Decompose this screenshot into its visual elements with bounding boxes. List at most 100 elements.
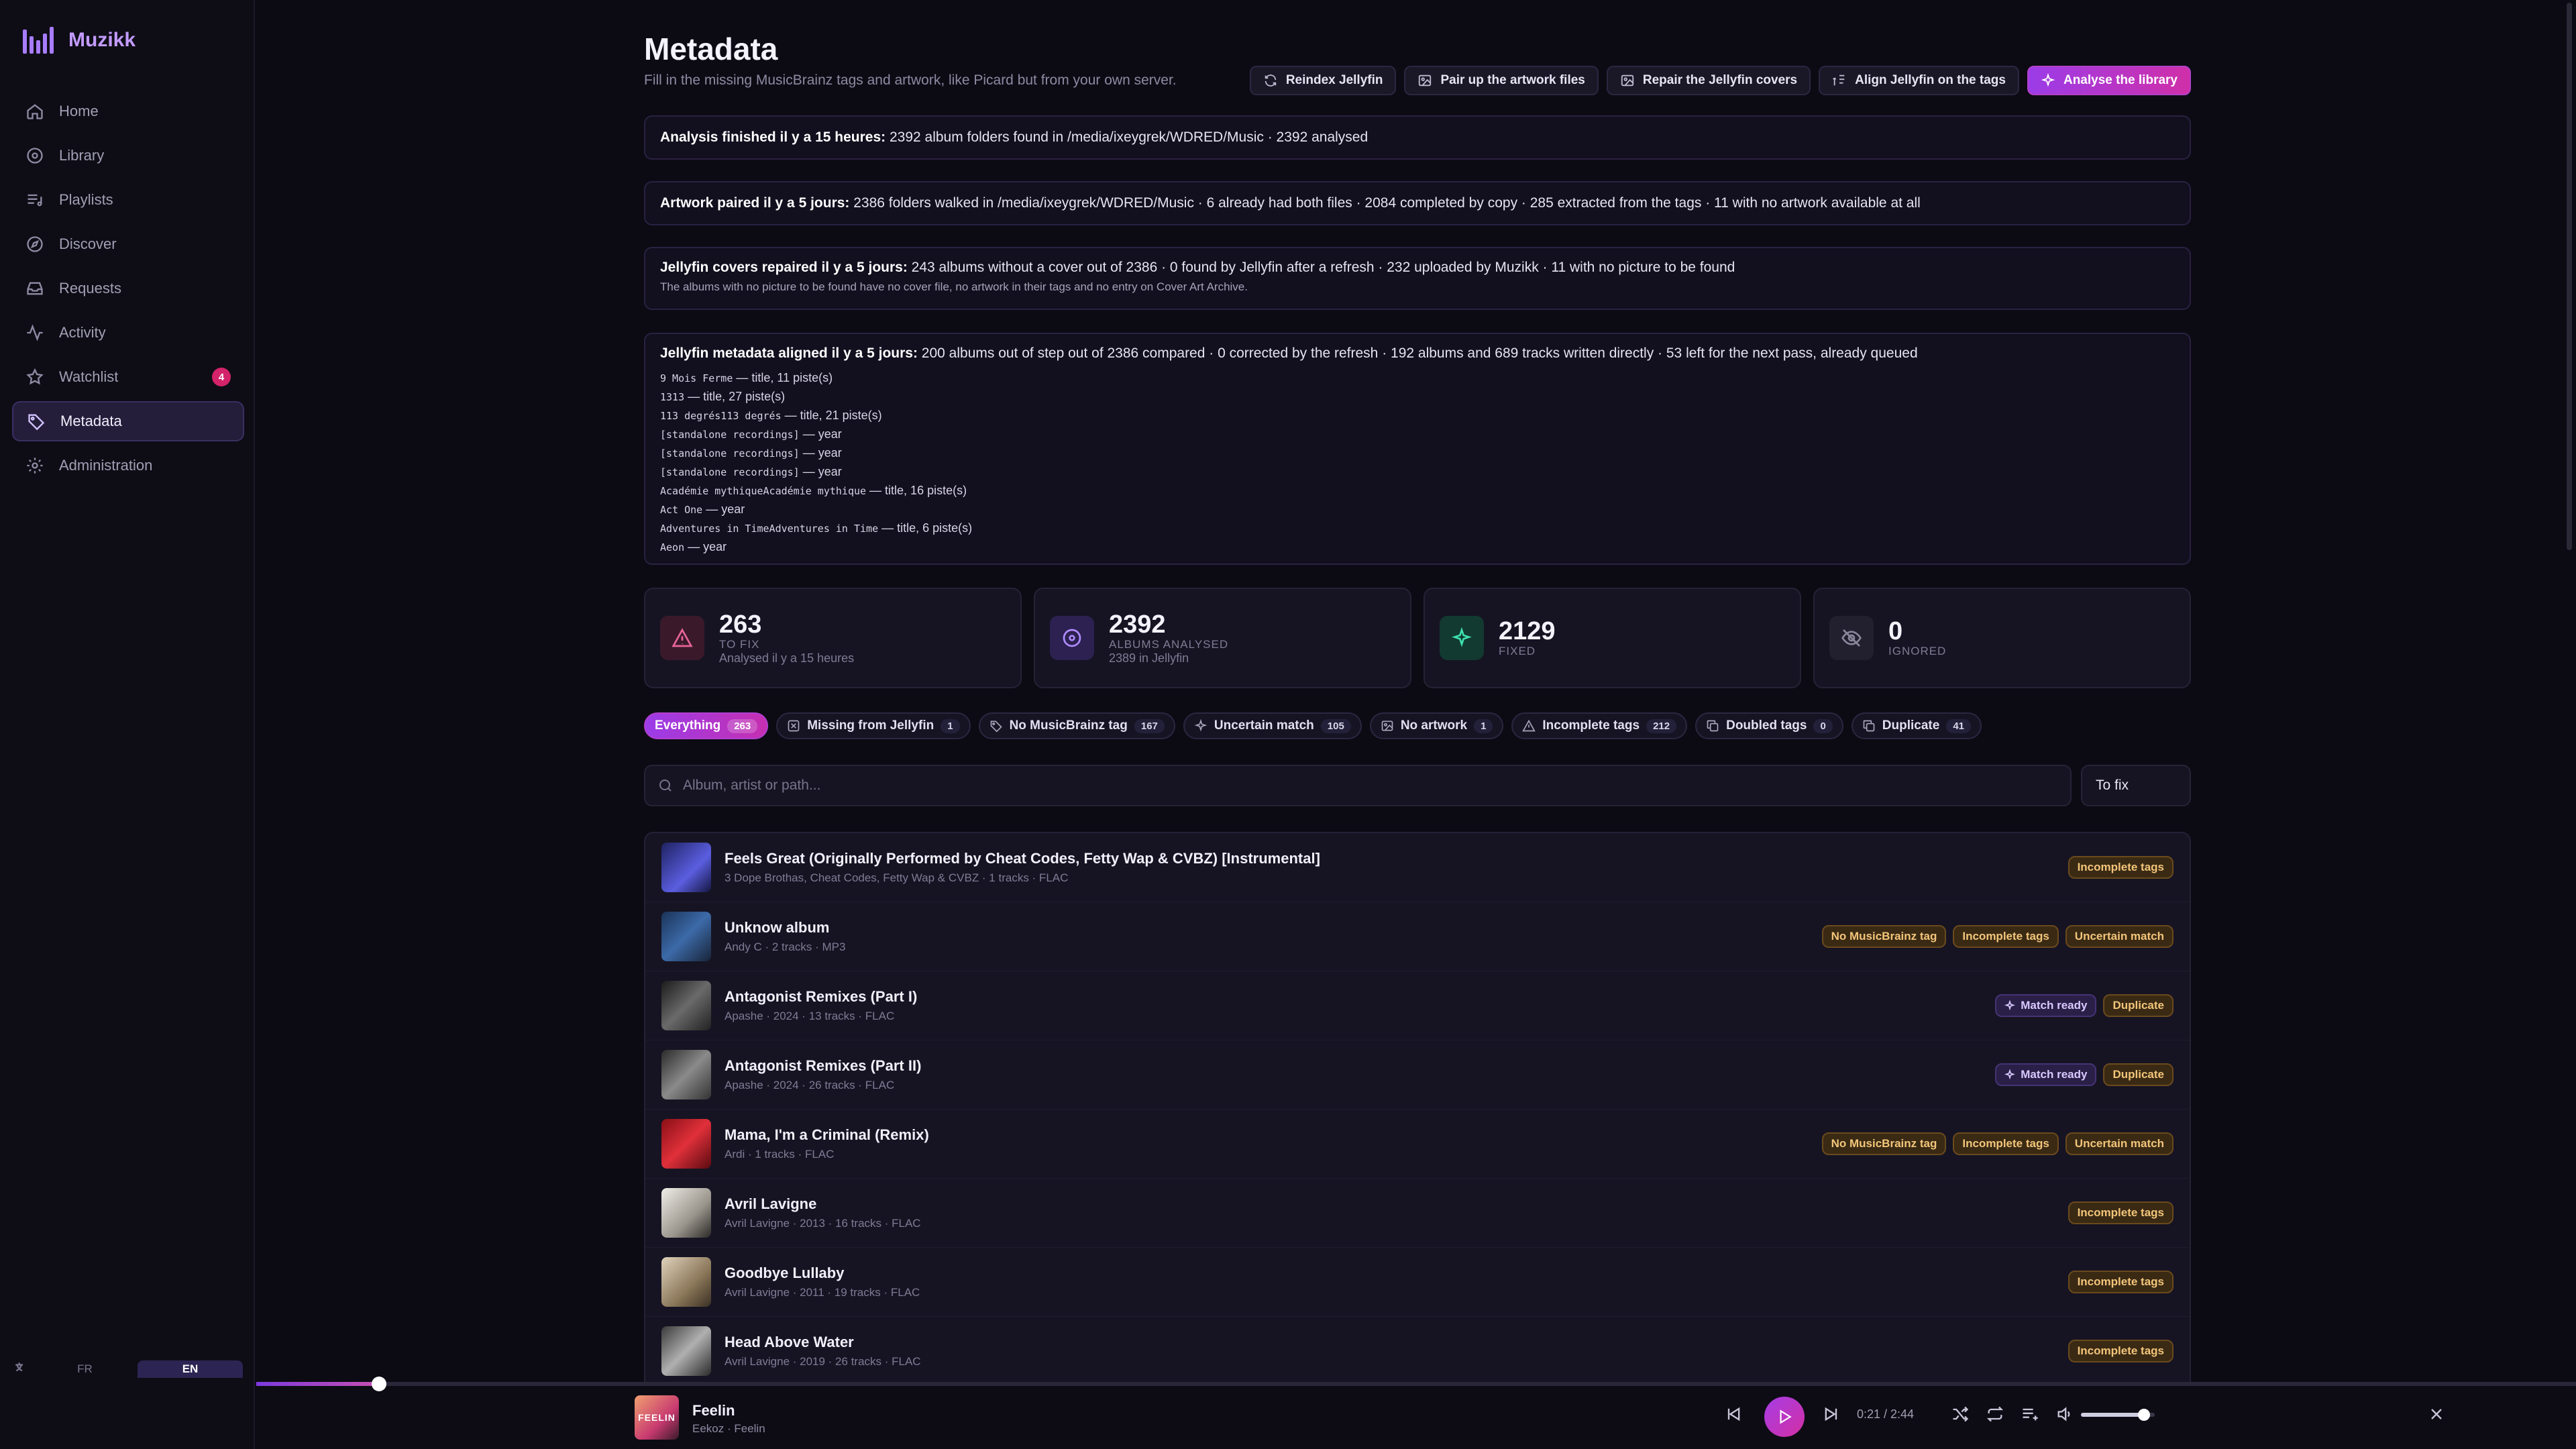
copy-icon (1863, 720, 1875, 732)
filter-count: 1 (1474, 718, 1493, 733)
stat-card-ignored[interactable]: 0 IGNORED (1813, 588, 2191, 688)
album-meta: Apashe · 2024 · 26 tracks · FLAC (724, 1079, 895, 1091)
artwork-report-text: Artwork paired il y a 5 jours: 2386 fold… (660, 193, 1921, 213)
filter-uncertain-match[interactable]: Uncertain match 105 (1183, 712, 1362, 739)
progress-thumb[interactable] (372, 1377, 387, 1391)
album-title: Head Above Water (724, 1334, 854, 1350)
analysis-report: Analysis finished il y a 15 heures: 2392… (644, 115, 2191, 160)
filter-duplicate[interactable]: Duplicate 41 (1851, 712, 1982, 739)
aligned-entry: Act One — year (660, 502, 745, 516)
shuffle-icon[interactable] (1951, 1405, 1970, 1424)
sidebar-item-playlists[interactable]: Playlists (12, 180, 244, 220)
now-playing-title[interactable]: Feelin (692, 1402, 735, 1419)
aligned-report-text: Jellyfin metadata aligned il y a 5 jours… (660, 343, 2175, 364)
filter-doubled-tags[interactable]: Doubled tags 0 (1695, 712, 1843, 739)
search-input[interactable] (683, 777, 2058, 794)
now-playing-cover[interactable]: FEELIN (635, 1395, 679, 1440)
covers-report-body: 243 albums without a cover out of 2386 ·… (907, 260, 1735, 275)
album-row[interactable]: Antagonist Remixes (Part II) Apashe · 202… (645, 1040, 2190, 1110)
aligned-report: Jellyfin metadata aligned il y a 5 jours… (644, 333, 2191, 565)
tag-match-ready: Match ready (1995, 1063, 2097, 1086)
lang-option-en[interactable]: EN (138, 1360, 243, 1378)
album-row[interactable]: Unknow album Andy C · 2 tracks · MP3 No M… (645, 902, 2190, 971)
align-jellyfin-button[interactable]: Align Jellyfin on the tags (1819, 66, 2019, 95)
language-icon (15, 1362, 23, 1372)
sidebar-item-label: Requests (59, 280, 121, 297)
sidebar-item-metadata[interactable]: Metadata (12, 401, 244, 441)
volume-thumb[interactable] (2137, 1409, 2150, 1421)
close-icon[interactable] (2427, 1405, 2446, 1424)
previous-icon[interactable] (1724, 1405, 1743, 1424)
next-icon[interactable] (1822, 1405, 1841, 1424)
queue-icon[interactable] (2021, 1405, 2039, 1424)
volume-icon[interactable] (2055, 1405, 2074, 1424)
sidebar-item-activity[interactable]: Activity (12, 313, 244, 353)
home-icon (27, 104, 43, 119)
align-icon (1833, 74, 1845, 86)
artwork-report-head: Artwork paired il y a 5 jours: (660, 195, 850, 211)
status-select[interactable]: To fix (2081, 765, 2191, 806)
sidebar-item-administration[interactable]: Administration (12, 445, 244, 486)
album-row[interactable]: Mama, I'm a Criminal (Remix) Ardi · 1 tra… (645, 1110, 2190, 1179)
album-tags: Match ready Duplicate (1995, 1063, 2174, 1086)
sidebar-item-discover[interactable]: Discover (12, 224, 244, 264)
album-row[interactable]: Avril Lavigne Avril Lavigne · 2013 · 16 t… (645, 1179, 2190, 1248)
now-playing-artist[interactable]: Eekoz · Feelin (692, 1422, 765, 1436)
sidebar-item-label: Watchlist (59, 368, 119, 385)
album-row[interactable]: Feels Great (Originally Performed by Che… (645, 833, 2190, 902)
filter-no-artwork[interactable]: No artwork 1 (1369, 712, 1504, 739)
stat-icon-box (1440, 616, 1484, 660)
tag-duplicate: Duplicate (2103, 994, 2174, 1017)
reindex-jellyfin-button[interactable]: Reindex Jellyfin (1249, 66, 1397, 95)
image-icon (1419, 74, 1432, 87)
repeat-icon[interactable] (1986, 1405, 2004, 1424)
sidebar-item-watchlist[interactable]: Watchlist 4 (12, 357, 244, 397)
sidebar-item-label: Library (59, 147, 105, 164)
page-title: Metadata (644, 32, 778, 66)
star-icon (26, 368, 44, 385)
repair-covers-button[interactable]: Repair the Jellyfin covers (1606, 66, 1811, 95)
album-row[interactable]: Goodbye Lullaby Avril Lavigne · 2011 · 19… (645, 1248, 2190, 1317)
sidebar-item-library[interactable]: Library (12, 136, 244, 176)
filter-everything[interactable]: Everything 263 (644, 712, 769, 739)
discover-icon (27, 236, 43, 252)
artwork-report: Artwork paired il y a 5 jours: 2386 fold… (644, 181, 2191, 225)
filter-missing-from-jellyfin[interactable]: Missing from Jellyfin 1 (776, 712, 971, 739)
tag-no-musicbrainz: No MusicBrainz tag (1821, 1132, 1947, 1155)
copy-icon (1707, 720, 1719, 732)
album-title: Avril Lavigne (724, 1195, 817, 1212)
play-button[interactable] (1764, 1397, 1805, 1437)
analysis-report-head: Analysis finished il y a 15 heures: (660, 129, 886, 145)
volume-slider[interactable] (2081, 1409, 2155, 1421)
stat-icon-box (1050, 616, 1094, 660)
stat-card-albums-analysed[interactable]: 2392 ALBUMS ANALYSED 2389 in Jellyfin (1034, 588, 1411, 688)
sidebar-item-home[interactable]: Home (12, 91, 244, 131)
brand[interactable]: Muzikk (23, 27, 136, 54)
album-row[interactable]: Head Above Water Avril Lavigne · 2019 · 2… (645, 1317, 2190, 1382)
stat-icon-box (1829, 616, 1874, 660)
analyse-library-button[interactable]: Analyse the library (2027, 66, 2191, 95)
lang-option-fr[interactable]: FR (32, 1360, 138, 1378)
filter-label: Doubled tags (1726, 718, 1807, 733)
sidebar-item-requests[interactable]: Requests (12, 268, 244, 309)
aligned-entry: Aeon — year (660, 540, 727, 553)
album-cover (661, 1326, 711, 1376)
progress-bar[interactable] (256, 1377, 2576, 1391)
aligned-entry: [standalone recordings] — year (660, 446, 842, 460)
filter-incomplete-tags[interactable]: Incomplete tags 212 (1511, 712, 1688, 739)
album-row[interactable]: Antagonist Remixes (Part I) Apashe · 2024… (645, 971, 2190, 1040)
pair-artwork-button[interactable]: Pair up the artwork files (1404, 66, 1599, 95)
sidebar: Muzikk Home Library Playlists Discover R… (0, 0, 255, 1449)
stat-icon-box (660, 616, 704, 660)
page-scrollbar[interactable] (2567, 3, 2572, 550)
album-cover (661, 843, 711, 892)
album-cover (661, 1188, 711, 1238)
filter-no-musicbrainz-tag[interactable]: No MusicBrainz tag 167 (978, 712, 1175, 739)
album-title: Feels Great (Originally Performed by Che… (724, 850, 1320, 867)
logo-icon (23, 27, 54, 54)
analysis-report-body: 2392 album folders found in /media/ixeyg… (885, 129, 1368, 145)
filter-label: No artwork (1400, 718, 1468, 733)
aligned-entry: 1313 — title, 27 piste(s) (660, 390, 786, 403)
stat-card-fixed[interactable]: 2129 FIXED (1424, 588, 1801, 688)
stat-card-to-fix[interactable]: 263 TO FIX Analysed il y a 15 heures (644, 588, 1022, 688)
